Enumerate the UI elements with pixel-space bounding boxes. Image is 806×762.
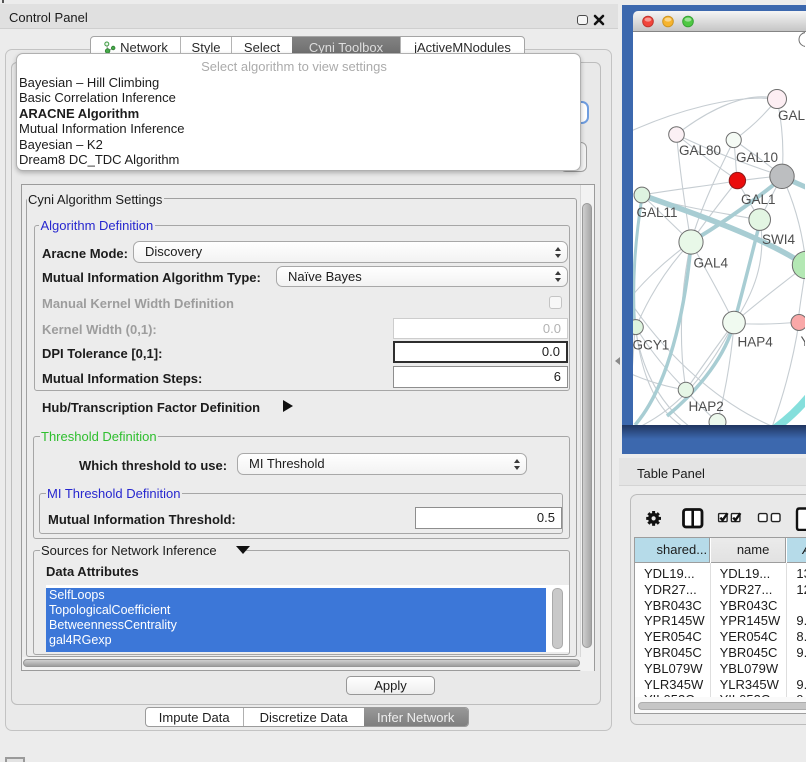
- svg-text:GAL1: GAL1: [741, 191, 776, 206]
- svg-text:Y: Y: [801, 334, 806, 349]
- svg-text:SWI4: SWI4: [762, 232, 795, 247]
- svg-text:GAL10: GAL10: [736, 150, 778, 165]
- svg-text:GAL11: GAL11: [637, 204, 678, 219]
- svg-text:GCY1: GCY1: [633, 337, 669, 352]
- svg-text:HAP4: HAP4: [738, 334, 774, 349]
- svg-text:GAL2: GAL2: [778, 108, 805, 123]
- svg-text:HAP2: HAP2: [689, 398, 724, 413]
- svg-text:GAL4: GAL4: [694, 255, 729, 270]
- svg-text:GAL80: GAL80: [679, 142, 721, 157]
